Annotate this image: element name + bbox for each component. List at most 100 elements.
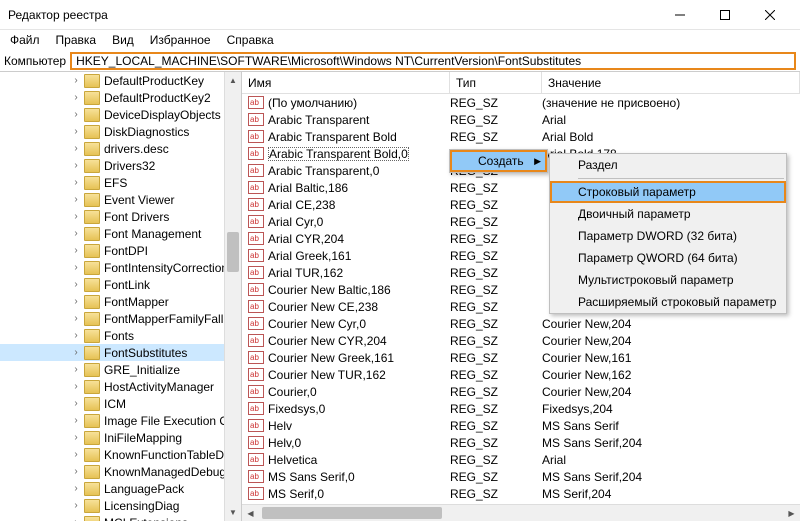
list-row[interactable]: Arabic Transparent BoldREG_SZArial Bold bbox=[242, 128, 800, 145]
tree-item[interactable]: ›DiskDiagnostics bbox=[0, 123, 241, 140]
menu-file[interactable]: Файл bbox=[4, 31, 46, 49]
tree-item[interactable]: ›Fonts bbox=[0, 327, 241, 344]
list-row[interactable]: Courier New Cyr,0REG_SZCourier New,204 bbox=[242, 315, 800, 332]
tree-item[interactable]: ›DefaultProductKey bbox=[0, 72, 241, 89]
expand-icon[interactable]: › bbox=[70, 483, 82, 494]
menu-help[interactable]: Справка bbox=[221, 31, 280, 49]
col-value[interactable]: Значение bbox=[542, 72, 800, 93]
tree-item[interactable]: ›Image File Execution Opt bbox=[0, 412, 241, 429]
list-row[interactable]: Courier New TUR,162REG_SZCourier New,162 bbox=[242, 366, 800, 383]
tree-item[interactable]: ›KnownManagedDebuggi bbox=[0, 463, 241, 480]
menu-view[interactable]: Вид bbox=[106, 31, 140, 49]
list-row[interactable]: Courier,0REG_SZCourier New,204 bbox=[242, 383, 800, 400]
scroll-up-icon[interactable]: ▲ bbox=[225, 72, 241, 89]
scroll-left-icon[interactable]: ◀ bbox=[242, 505, 259, 522]
list-row[interactable]: Courier New Greek,161REG_SZCourier New,1… bbox=[242, 349, 800, 366]
expand-icon[interactable]: › bbox=[70, 517, 82, 521]
expand-icon[interactable]: › bbox=[70, 347, 82, 358]
col-type[interactable]: Тип bbox=[450, 72, 542, 93]
expand-icon[interactable]: › bbox=[70, 109, 82, 120]
scroll-right-icon[interactable]: ▶ bbox=[783, 505, 800, 522]
tree-item[interactable]: ›FontSubstitutes bbox=[0, 344, 241, 361]
tree-item[interactable]: ›FontMapperFamilyFallba bbox=[0, 310, 241, 327]
ctx-item[interactable]: Параметр DWORD (32 бита) bbox=[550, 225, 786, 247]
tree-item[interactable]: ›DeviceDisplayObjects bbox=[0, 106, 241, 123]
expand-icon[interactable]: › bbox=[70, 279, 82, 290]
tree-item[interactable]: ›IniFileMapping bbox=[0, 429, 241, 446]
tree-item[interactable]: ›DefaultProductKey2 bbox=[0, 89, 241, 106]
scroll-thumb[interactable] bbox=[227, 232, 239, 272]
col-name[interactable]: Имя bbox=[242, 72, 450, 93]
row-type: REG_SZ bbox=[450, 419, 542, 433]
tree-item[interactable]: ›FontDPI bbox=[0, 242, 241, 259]
tree-item[interactable]: › drivers.desc bbox=[0, 140, 241, 157]
ctx-item[interactable]: Двоичный параметр bbox=[550, 203, 786, 225]
tree-item[interactable]: ›FontIntensityCorrection bbox=[0, 259, 241, 276]
expand-icon[interactable]: › bbox=[70, 194, 82, 205]
expand-icon[interactable]: › bbox=[70, 211, 82, 222]
expand-icon[interactable]: › bbox=[70, 126, 82, 137]
ctx-create[interactable]: Создать ▶ bbox=[450, 150, 547, 172]
expand-icon[interactable]: › bbox=[70, 330, 82, 341]
tree-item[interactable]: ›LanguagePack bbox=[0, 480, 241, 497]
list-row[interactable]: MS Serif,0REG_SZMS Serif,204 bbox=[242, 485, 800, 502]
close-button[interactable] bbox=[747, 0, 792, 29]
tree-item[interactable]: ›FontLink bbox=[0, 276, 241, 293]
minimize-button[interactable] bbox=[657, 0, 702, 29]
tree-item[interactable]: ›LicensingDiag bbox=[0, 497, 241, 514]
expand-icon[interactable]: › bbox=[70, 381, 82, 392]
expand-icon[interactable]: › bbox=[70, 398, 82, 409]
hscroll-thumb[interactable] bbox=[262, 507, 442, 519]
tree-item[interactable]: ›KnownFunctionTableDlls bbox=[0, 446, 241, 463]
expand-icon[interactable]: › bbox=[70, 262, 82, 273]
list-hscrollbar[interactable]: ◀ ▶ bbox=[242, 504, 800, 521]
expand-icon[interactable]: › bbox=[70, 92, 82, 103]
expand-icon[interactable]: › bbox=[70, 75, 82, 86]
expand-icon[interactable]: › bbox=[70, 143, 82, 154]
tree-label: drivers.desc bbox=[104, 142, 169, 156]
ctx-item[interactable]: Мультистроковый параметр bbox=[550, 269, 786, 291]
tree-item[interactable]: ›MCI Extensions bbox=[0, 514, 241, 521]
list-row[interactable]: HelveticaREG_SZArial bbox=[242, 451, 800, 468]
tree-item[interactable]: ›ICM bbox=[0, 395, 241, 412]
ctx-item[interactable]: Строковый параметр bbox=[550, 181, 786, 203]
addr-label: Компьютер bbox=[4, 54, 66, 68]
ctx-item[interactable]: Раздел bbox=[550, 154, 786, 176]
tree-item[interactable]: ›Font Management bbox=[0, 225, 241, 242]
tree-item[interactable]: ›Drivers32 bbox=[0, 157, 241, 174]
expand-icon[interactable]: › bbox=[70, 432, 82, 443]
expand-icon[interactable]: › bbox=[70, 466, 82, 477]
tree-item[interactable]: ›HostActivityManager bbox=[0, 378, 241, 395]
expand-icon[interactable]: › bbox=[70, 177, 82, 188]
expand-icon[interactable]: › bbox=[70, 415, 82, 426]
expand-icon[interactable]: › bbox=[70, 313, 82, 324]
addr-path[interactable]: HKEY_LOCAL_MACHINE\SOFTWARE\Microsoft\Wi… bbox=[70, 52, 796, 70]
list-row[interactable]: Arabic TransparentREG_SZArial bbox=[242, 111, 800, 128]
expand-icon[interactable]: › bbox=[70, 228, 82, 239]
tree-item[interactable]: ›EFS bbox=[0, 174, 241, 191]
expand-icon[interactable]: › bbox=[70, 296, 82, 307]
expand-icon[interactable]: › bbox=[70, 160, 82, 171]
expand-icon[interactable]: › bbox=[70, 500, 82, 511]
list-row[interactable]: HelvREG_SZMS Sans Serif bbox=[242, 417, 800, 434]
tree-item[interactable]: ›FontMapper bbox=[0, 293, 241, 310]
expand-icon[interactable]: › bbox=[70, 449, 82, 460]
list-row[interactable]: MS Sans Serif,0REG_SZMS Sans Serif,204 bbox=[242, 468, 800, 485]
list-row[interactable]: Fixedsys,0REG_SZFixedsys,204 bbox=[242, 400, 800, 417]
expand-icon[interactable]: › bbox=[70, 245, 82, 256]
tree-scrollbar[interactable]: ▲ ▼ bbox=[224, 72, 241, 521]
ctx-item[interactable]: Расширяемый строковый параметр bbox=[550, 291, 786, 313]
menu-edit[interactable]: Правка bbox=[50, 31, 103, 49]
menu-fav[interactable]: Избранное bbox=[144, 31, 217, 49]
ctx-item[interactable]: Параметр QWORD (64 бита) bbox=[550, 247, 786, 269]
tree-item[interactable]: ›Font Drivers bbox=[0, 208, 241, 225]
tree-item[interactable]: ›GRE_Initialize bbox=[0, 361, 241, 378]
list-row[interactable]: Helv,0REG_SZMS Sans Serif,204 bbox=[242, 434, 800, 451]
tree-item[interactable]: ›Event Viewer bbox=[0, 191, 241, 208]
scroll-down-icon[interactable]: ▼ bbox=[225, 504, 241, 521]
string-value-icon bbox=[248, 453, 264, 466]
expand-icon[interactable]: › bbox=[70, 364, 82, 375]
maximize-button[interactable] bbox=[702, 0, 747, 29]
list-row[interactable]: Courier New CYR,204REG_SZCourier New,204 bbox=[242, 332, 800, 349]
list-row[interactable]: (По умолчанию)REG_SZ(значение не присвое… bbox=[242, 94, 800, 111]
